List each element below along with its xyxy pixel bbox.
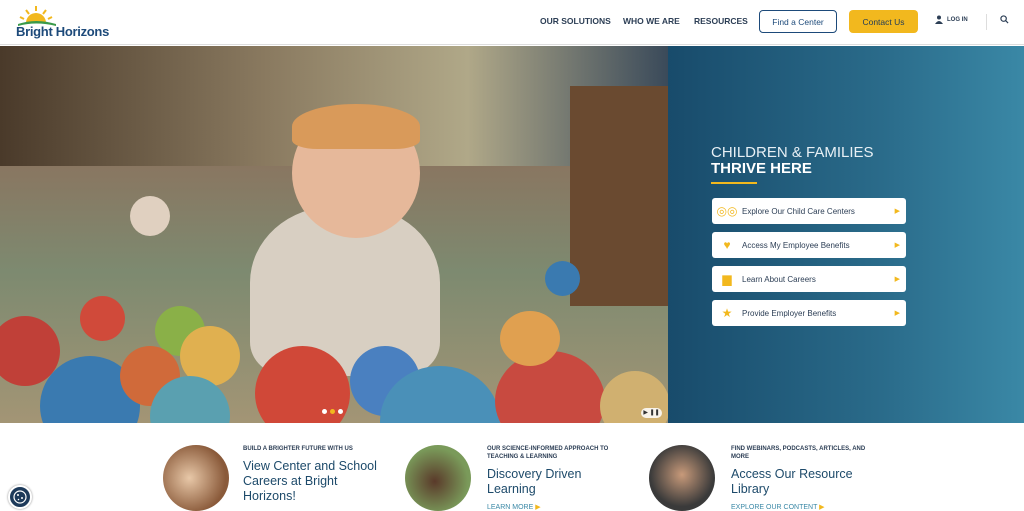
card-image-resources: [649, 445, 715, 511]
cta-label: Access My Employee Benefits: [742, 240, 850, 250]
cta-label: Provide Employer Benefits: [742, 308, 837, 318]
hero-panel: CHILDREN & FAMILIES THRIVE HERE ◎◎ Explor…: [668, 46, 1024, 423]
employee-benefits-button[interactable]: ♥ Access My Employee Benefits ▶: [712, 232, 906, 258]
contact-us-button[interactable]: Contact Us: [849, 10, 918, 33]
nav-who-we-are[interactable]: WHO WE ARE: [623, 16, 680, 26]
logo-text: Bright Horizons: [16, 24, 109, 39]
cookie-settings-button[interactable]: [8, 485, 32, 509]
card-title[interactable]: Discovery Driven Learning: [487, 467, 632, 497]
hero-heading-line2: THRIVE HERE: [711, 160, 812, 177]
card-image-learning: [405, 445, 471, 511]
card-eyebrow: OUR SCIENCE-INFORMED APPROACH TO TEACHIN…: [487, 446, 609, 460]
cookie-icon: [13, 490, 27, 504]
carousel-dots: [322, 409, 343, 414]
hero-image-child-in-ball-pit: [0, 46, 668, 423]
nav-resources[interactable]: RESOURCES: [694, 16, 748, 26]
arrow-right-icon: ▶: [894, 242, 900, 249]
carousel-dot-active[interactable]: [330, 409, 335, 414]
card-title[interactable]: Access Our Resource Library: [731, 467, 876, 497]
binoculars-icon: ◎◎: [716, 204, 738, 218]
careers-button[interactable]: ▆ Learn About Careers ▶: [712, 266, 906, 292]
carousel-dot[interactable]: [338, 409, 343, 414]
site-header: Bright Horizons OUR SOLUTIONS WHO WE ARE…: [0, 0, 1024, 45]
employer-benefits-button[interactable]: ★ Provide Employer Benefits ▶: [712, 300, 906, 326]
carousel-dot[interactable]: [322, 409, 327, 414]
cta-label: Learn About Careers: [742, 274, 816, 284]
star-icon: ★: [721, 306, 733, 320]
arrow-right-icon: ▶: [894, 310, 900, 317]
divider: [986, 14, 987, 30]
heart-icon: ♥: [723, 238, 731, 252]
search-icon[interactable]: [1000, 15, 1009, 24]
card-image-careers: [163, 445, 229, 511]
nav-our-solutions[interactable]: OUR SOLUTIONS: [540, 16, 611, 26]
hero-heading-line1: CHILDREN & FAMILIES: [711, 144, 874, 161]
card-eyebrow: FIND WEBINARS, PODCASTS, ARTICLES, AND M…: [731, 446, 866, 460]
card-title[interactable]: View Center and School Careers at Bright…: [243, 459, 388, 504]
building-icon: ▆: [722, 272, 732, 286]
user-icon: [935, 15, 943, 24]
heading-underline: [711, 182, 757, 184]
pause-button[interactable]: ▶ ❚❚: [641, 408, 662, 418]
login-label: LOG IN: [947, 16, 968, 23]
login-link[interactable]: LOG IN: [935, 15, 968, 24]
explore-centers-button[interactable]: ◎◎ Explore Our Child Care Centers ▶: [712, 198, 906, 224]
card-eyebrow: BUILD A BRIGHTER FUTURE WITH US: [243, 446, 353, 452]
arrow-right-icon: ▶: [894, 276, 900, 283]
cta-label: Explore Our Child Care Centers: [742, 206, 855, 216]
arrow-right-icon: ▶: [894, 208, 900, 215]
find-center-button[interactable]: Find a Center: [759, 10, 837, 33]
